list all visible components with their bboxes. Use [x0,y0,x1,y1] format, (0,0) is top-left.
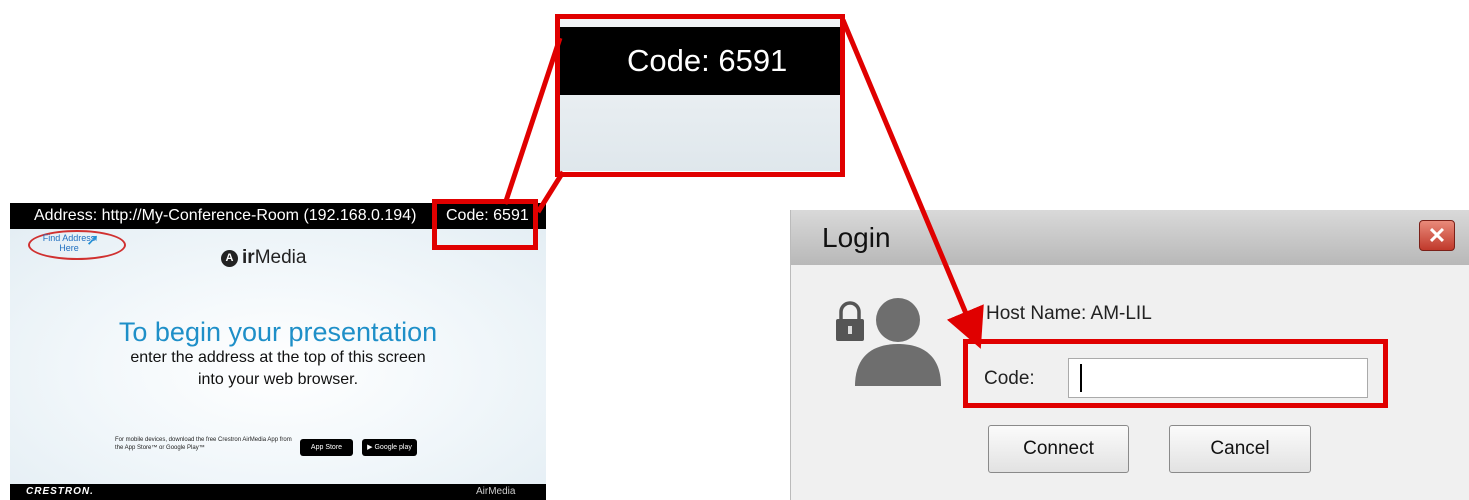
host-name: Host Name: AM-LIL [986,303,1152,324]
headline: To begin your presentation [118,317,438,347]
mobile-download-text: For mobile devices, download the free Cr… [115,437,292,451]
airmedia-logo-icon: A [221,249,238,267]
logo-bold: ir [242,247,255,268]
airmedia-logo: A irMedia [221,247,306,269]
instruction-line-1: enter the address at the top of this scr… [130,349,426,366]
crestron-logo: CRESTRON. [26,486,94,497]
connector-left-line [502,37,563,205]
user-icon [855,298,941,386]
code-field-highlight-box [963,339,1388,408]
close-icon[interactable]: ✕ [1419,220,1455,251]
dialog-title: Login [822,222,891,253]
cancel-button[interactable]: Cancel [1169,425,1311,473]
zoom-highlight-box [555,14,845,177]
code-highlight-box [432,199,538,250]
footer-bar: CRESTRON. AirMedia [10,484,546,500]
google-play-badge[interactable]: ▶ Google play [362,439,417,456]
instruction-line-2: into your web browser. [197,371,359,388]
user-lock-icon [836,298,941,386]
arrow-up-icon: ➚ [86,232,100,249]
google-play-label: Google play [374,444,412,451]
connect-button[interactable]: Connect [988,425,1129,473]
lock-icon [836,301,864,341]
app-store-label: App Store [310,444,343,451]
app-store-badge[interactable]: App Store [300,439,353,456]
logo-light: Media [254,247,307,268]
footer-airmedia-logo: AirMedia [476,486,516,497]
address-text: Address: http://My-Conference-Room (192.… [34,207,417,224]
dialog-title-bar: Login ✕ [791,210,1469,265]
